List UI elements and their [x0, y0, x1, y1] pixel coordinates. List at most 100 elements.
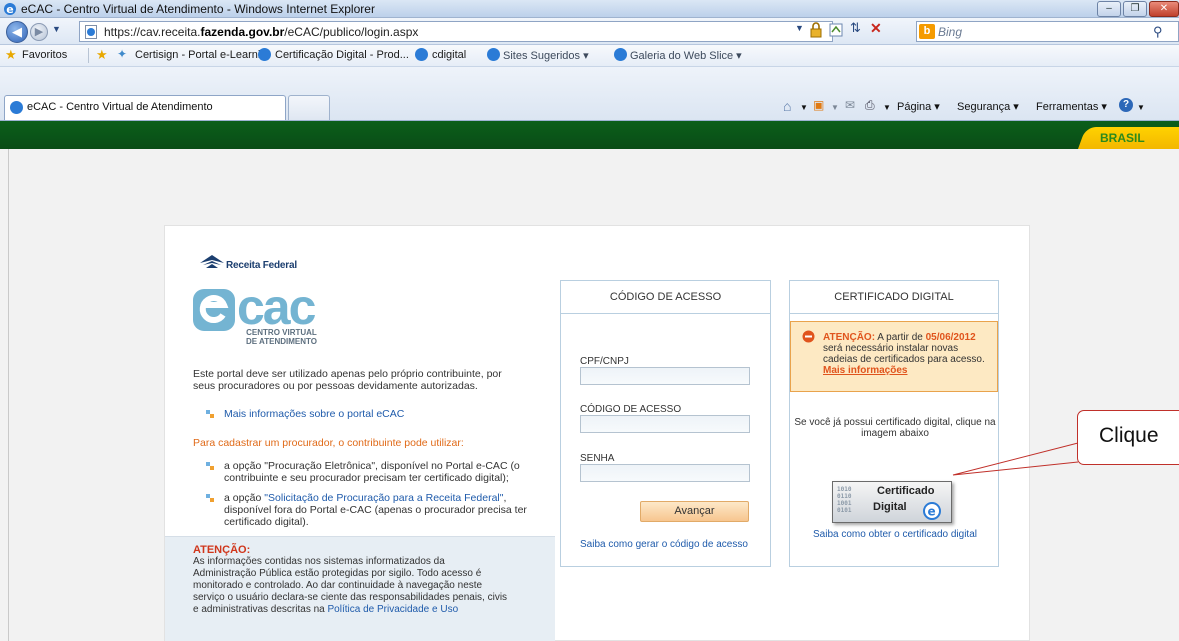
window-titlebar: e eCAC - Centro Virtual de Atendimento -… [0, 0, 1179, 18]
tab-bar: eCAC - Centro Virtual de Atendimento ⌂ ▼… [0, 67, 1179, 121]
search-icon[interactable]: ⚲ [1153, 24, 1163, 40]
favorites-star-icon: ★ [5, 47, 17, 62]
url-text: https://cav.receita.fazenda.gov.br/eCAC/… [104, 25, 419, 39]
access-code-input[interactable] [580, 415, 750, 433]
bullet-icon [206, 462, 214, 470]
lock-icon[interactable] [809, 22, 823, 38]
tab-ecac[interactable]: eCAC - Centro Virtual de Atendimento [4, 95, 286, 120]
address-tools: ▼ ⇅ ✕ [795, 20, 915, 40]
page-edge [8, 149, 9, 641]
binary-pattern-icon: 1010 0110 1001 0101 [837, 486, 852, 514]
feeds-icon[interactable]: ▣ [813, 98, 824, 112]
svg-text:e: e [928, 505, 936, 519]
cert-button-line1: Certificado [877, 485, 935, 497]
cpf-input[interactable] [580, 367, 750, 385]
help-icon[interactable]: ? [1119, 98, 1133, 112]
cert-button-line2: Digital [873, 501, 907, 513]
link-gerar-codigo[interactable]: Saiba como gerar o código de acesso [580, 539, 748, 550]
menu-pagina[interactable]: Página ▾ [897, 100, 940, 113]
access-code-heading: CÓDIGO DE ACESSO [561, 281, 770, 314]
separator [88, 48, 89, 63]
favorite-item-certificacao[interactable]: Certificação Digital - Prod... [275, 49, 409, 61]
link-solicitacao-procuracao[interactable]: "Solicitação de Procuração para a Receit… [264, 492, 503, 504]
maximize-button[interactable]: ❐ [1123, 1, 1147, 17]
minimize-button[interactable]: – [1097, 1, 1121, 17]
ie-page-icon [415, 48, 428, 61]
callout-text: Clique [1099, 424, 1159, 447]
warning-icon [802, 330, 815, 343]
gov-bar: BRASIL [0, 121, 1179, 149]
receita-federal-name: Receita Federal [226, 260, 297, 271]
certificate-heading: CERTIFICADO DIGITAL [790, 281, 998, 314]
favorite-item-web-slice[interactable]: Galeria do Web Slice ▾ [630, 49, 742, 62]
ecac-subtitle: CENTRO VIRTUAL DE ATENDIMENTO [246, 328, 317, 346]
option-solicitacao-procuracao: a opção "Solicitação de Procuração para … [224, 492, 527, 528]
alert-text: ATENÇÃO: A partir de 05/06/2012 será nec… [823, 332, 985, 376]
link-mais-informacoes[interactable]: Mais informações [823, 365, 907, 376]
home-icon[interactable]: ⌂ [783, 98, 791, 114]
link-mais-informacoes-portal[interactable]: Mais informações sobre o portal eCAC [224, 408, 404, 420]
bing-logo-icon: b [919, 24, 935, 39]
ie-logo-icon: e [4, 3, 16, 16]
refresh-icon[interactable]: ⇅ [850, 20, 861, 36]
link-obter-certificado[interactable]: Saiba como obter o certificado digital [790, 529, 1000, 540]
option-procuracao-eletronica: a opção "Procuração Eletrônica", disponí… [224, 460, 520, 484]
avancar-button[interactable]: Avançar [640, 501, 749, 522]
favorite-item-cdigital[interactable]: cdigital [432, 49, 466, 61]
back-button[interactable]: ◀ [6, 21, 28, 43]
close-window-button[interactable]: ✕ [1149, 1, 1179, 17]
password-label: SENHA [580, 453, 615, 464]
access-code-label: CÓDIGO DE ACESSO [580, 404, 682, 415]
address-toolbar: ◀ ▶ ▼ https://cav.receita.fazenda.gov.br… [0, 18, 1179, 45]
intro-text: Este portal deve ser utilizado apenas pe… [193, 368, 502, 392]
mail-icon[interactable]: ✉ [845, 98, 855, 112]
link-politica-privacidade[interactable]: Política de Privacidade e Uso [328, 604, 459, 615]
ecac-subtitle-line2: DE ATENDIMENTO [246, 337, 317, 346]
favorite-item-certisign[interactable]: Certisign - Portal e-Learni... [135, 49, 270, 61]
callout-pointer [952, 442, 1079, 476]
feeds-dropdown-icon[interactable]: ▼ [831, 103, 839, 112]
search-input[interactable]: b Bing ⚲ [916, 21, 1179, 42]
new-tab-button[interactable] [288, 95, 330, 120]
alert-strong: ATENÇÃO: [823, 332, 876, 343]
search-placeholder: Bing [938, 25, 963, 39]
add-favorite-icon[interactable]: ★ [96, 47, 108, 63]
menu-seguranca[interactable]: Segurança ▾ [957, 100, 1019, 113]
favorite-item-sites-sugeridos[interactable]: Sites Sugeridos ▾ [503, 49, 589, 62]
bullet-icon [206, 494, 214, 502]
ie-e-icon: e [923, 502, 941, 520]
history-dropdown-icon[interactable]: ▼ [52, 24, 61, 34]
stop-icon[interactable]: ✕ [870, 20, 882, 37]
ecac-logo-word: cac [237, 279, 316, 335]
ie-page-icon [258, 48, 271, 61]
brasil-link[interactable]: BRASIL [1078, 127, 1179, 149]
procurador-heading: Para cadastrar um procurador, o contribu… [193, 437, 464, 449]
password-input[interactable] [580, 464, 750, 482]
certificate-login-button[interactable]: 1010 0110 1001 0101 Certificado Digital e [832, 481, 952, 523]
ie-page-icon [10, 101, 23, 114]
attention-title: ATENÇÃO: [193, 544, 251, 556]
print-dropdown-icon[interactable]: ▼ [883, 103, 891, 112]
window-title: eCAC - Centro Virtual de Atendimento - W… [21, 2, 375, 16]
menu-ferramentas[interactable]: Ferramentas ▾ [1036, 100, 1107, 113]
forward-button[interactable]: ▶ [30, 23, 48, 41]
address-input[interactable]: https://cav.receita.fazenda.gov.br/eCAC/… [79, 21, 833, 42]
compatibility-view-icon[interactable] [829, 22, 843, 38]
ecac-logo-icon [193, 289, 235, 331]
url-dropdown-icon[interactable]: ▼ [795, 23, 804, 33]
alert-date: 05/06/2012 [925, 332, 976, 343]
home-dropdown-icon[interactable]: ▼ [800, 103, 808, 112]
certificate-instruction: Se você já possui certificado digital, c… [794, 417, 996, 439]
ecac-subtitle-line1: CENTRO VIRTUAL [246, 328, 317, 337]
bullet-icon [206, 410, 214, 418]
attention-text: As informações contidas nos sistemas inf… [193, 556, 508, 615]
ie-page-icon [487, 48, 500, 61]
certisign-site-icon: ✦ [117, 47, 128, 61]
favorites-button[interactable]: Favoritos [22, 49, 67, 61]
ie-page-icon [614, 48, 627, 61]
print-icon[interactable]: ⎙ [865, 98, 875, 113]
cpf-label: CPF/CNPJ [580, 356, 629, 367]
help-dropdown-icon[interactable]: ▼ [1137, 103, 1145, 112]
favorites-bar: ★ Favoritos ★ ✦ Certisign - Portal e-Lea… [0, 45, 1179, 67]
page-icon [85, 25, 97, 39]
